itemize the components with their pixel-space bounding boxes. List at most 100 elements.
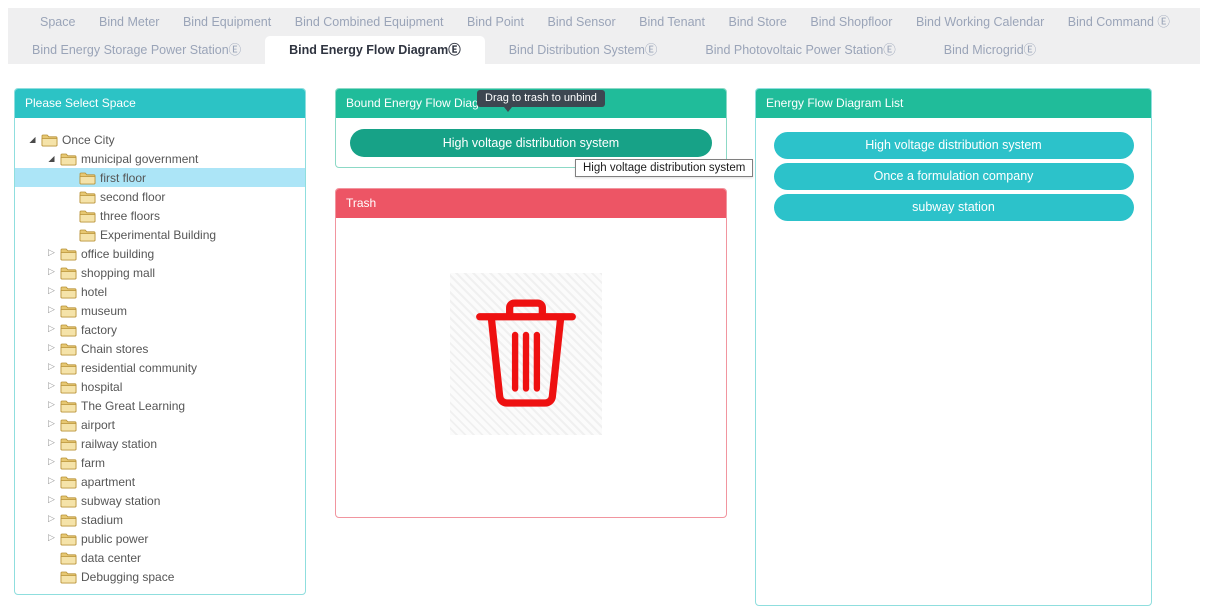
expand-toggle-icon[interactable]: ▷ <box>44 244 59 263</box>
tree-node-label: factory <box>81 323 117 337</box>
folder-icon <box>60 399 77 413</box>
folder-icon <box>60 152 77 166</box>
tree-node-museum[interactable]: ▷ museum <box>15 301 305 320</box>
tree-node-label: Experimental Building <box>100 228 216 242</box>
folder-icon <box>79 209 96 223</box>
tree-node-experimental-building[interactable]: Experimental Building <box>15 225 305 244</box>
tree-node-data-center[interactable]: data center <box>15 548 305 567</box>
diagram-item-once-a-formulation-company[interactable]: Once a formulation company <box>774 163 1134 190</box>
folder-icon <box>60 361 77 375</box>
tree-node-railway-station[interactable]: ▷ railway station <box>15 434 305 453</box>
tree-node-label: municipal government <box>81 152 198 166</box>
expand-toggle-icon[interactable]: ▷ <box>44 396 59 415</box>
tree-node-label: railway station <box>81 437 157 451</box>
expand-toggle-icon[interactable]: ▷ <box>44 320 59 339</box>
tree-node-three-floors[interactable]: three floors <box>15 206 305 225</box>
tree-node-label: hospital <box>81 380 122 394</box>
expand-toggle-icon[interactable]: ▷ <box>44 529 59 548</box>
tab-bind-equipment[interactable]: Bind Equipment <box>183 8 271 36</box>
tab-bind-energy-flow-diagram[interactable]: Bind Energy Flow DiagramⒺ <box>265 36 485 64</box>
folder-icon <box>79 228 96 242</box>
folder-icon <box>60 266 77 280</box>
tree-node-the-great-learning[interactable]: ▷The Great Learning <box>15 396 305 415</box>
expand-toggle-icon[interactable]: ▷ <box>44 491 59 510</box>
trash-icon-backdrop <box>450 273 602 435</box>
tree-node-apartment[interactable]: ▷apartment <box>15 472 305 491</box>
tree-node-once-city[interactable]: ◢ Once City <box>15 130 305 149</box>
trash-drop-zone[interactable] <box>336 218 726 518</box>
folder-icon <box>60 437 77 451</box>
tab-bind-energy-storage-power-station[interactable]: Bind Energy Storage Power StationⒺ <box>8 36 265 64</box>
tab-space[interactable]: Space <box>40 8 75 36</box>
expand-toggle-icon[interactable]: ▷ <box>44 263 59 282</box>
tree-node-label: Once City <box>62 133 115 147</box>
tree-node-municipal-government[interactable]: ◢ municipal government <box>15 149 305 168</box>
tree-node-hotel[interactable]: ▷hotel <box>15 282 305 301</box>
tab-bind-store[interactable]: Bind Store <box>728 8 786 36</box>
tab-bind-meter[interactable]: Bind Meter <box>99 8 159 36</box>
tree-node-label: first floor <box>100 171 146 185</box>
folder-icon <box>60 456 77 470</box>
expand-toggle-icon[interactable]: ▷ <box>44 510 59 529</box>
expand-toggle-icon[interactable]: ▷ <box>44 282 59 301</box>
tree-node-debugging-space[interactable]: Debugging space <box>15 567 305 586</box>
tree-node-hospital[interactable]: ▷ hospital <box>15 377 305 396</box>
collapse-toggle-icon[interactable]: ◢ <box>44 149 59 168</box>
folder-icon <box>60 551 77 565</box>
tree-node-label: public power <box>81 532 148 546</box>
folder-icon <box>60 475 77 489</box>
tree-node-stadium[interactable]: ▷stadium <box>15 510 305 529</box>
tree-node-public-power[interactable]: ▷ public power <box>15 529 305 548</box>
expand-toggle-icon[interactable]: ▷ <box>44 472 59 491</box>
tab-bar: Space Bind Meter Bind Equipment Bind Combin… <box>8 8 1200 64</box>
drag-hint-tooltip: Drag to trash to unbind <box>477 90 605 107</box>
tree-node-first-floor[interactable]: first floor <box>15 168 305 187</box>
folder-icon <box>79 171 96 185</box>
diagram-item-subway-station[interactable]: subway station <box>774 194 1134 221</box>
tree-node-factory[interactable]: ▷ factory <box>15 320 305 339</box>
page: Space Bind Meter Bind Equipment Bind Combin… <box>0 0 1208 613</box>
tab-bind-point[interactable]: Bind Point <box>467 8 524 36</box>
tree-node-second-floor[interactable]: second floor <box>15 187 305 206</box>
expand-toggle-icon[interactable]: ▷ <box>44 377 59 396</box>
bound-items-area: High voltage distribution system <box>336 118 726 157</box>
expand-toggle-icon[interactable]: ▷ <box>44 415 59 434</box>
expand-toggle-icon[interactable]: ▷ <box>44 453 59 472</box>
expand-toggle-icon[interactable]: ▷ <box>44 434 59 453</box>
tree-node-residential-community[interactable]: ▷residential community <box>15 358 305 377</box>
tab-bind-combined-equipment[interactable]: Bind Combined Equipment <box>295 8 444 36</box>
folder-icon <box>60 247 77 261</box>
tree-node-shopping-mall[interactable]: ▷ shopping mall <box>15 263 305 282</box>
tab-bind-sensor[interactable]: Bind Sensor <box>548 8 616 36</box>
collapse-toggle-icon[interactable]: ◢ <box>25 130 40 149</box>
tab-bind-tenant[interactable]: Bind Tenant <box>639 8 705 36</box>
expand-toggle-icon[interactable]: ▷ <box>44 339 59 358</box>
folder-icon <box>41 133 58 147</box>
folder-icon <box>60 494 77 508</box>
diagram-item-high-voltage-distribution-system[interactable]: High voltage distribution system <box>774 132 1134 159</box>
trash-panel-title: Trash <box>336 189 726 218</box>
hover-tooltip: High voltage distribution system <box>575 159 753 177</box>
tab-bind-command[interactable]: Bind Command Ⓔ <box>1068 8 1170 36</box>
tab-bind-photovoltaic-power-station[interactable]: Bind Photovoltaic Power StationⒺ <box>681 36 919 64</box>
tab-bind-working-calendar[interactable]: Bind Working Calendar <box>916 8 1044 36</box>
tree-node-subway-station[interactable]: ▷subway station <box>15 491 305 510</box>
folder-icon <box>60 570 77 584</box>
tab-bind-distribution-system[interactable]: Bind Distribution SystemⒺ <box>485 36 682 64</box>
expand-toggle-icon[interactable]: ▷ <box>44 358 59 377</box>
tree-node-airport[interactable]: ▷airport <box>15 415 305 434</box>
tab-row-primary: Space Bind Meter Bind Equipment Bind Combin… <box>8 8 1200 36</box>
tree-node-label: second floor <box>100 190 165 204</box>
tree-node-office-building[interactable]: ▷office building <box>15 244 305 263</box>
tree-node-chain-stores[interactable]: ▷Chain stores <box>15 339 305 358</box>
tree-node-label: Debugging space <box>81 570 174 584</box>
expand-toggle-icon[interactable]: ▷ <box>44 301 59 320</box>
tree-node-label: museum <box>81 304 127 318</box>
folder-icon <box>60 285 77 299</box>
tab-bind-shopfloor[interactable]: Bind Shopfloor <box>810 8 892 36</box>
tree-node-label: shopping mall <box>81 266 155 280</box>
folder-icon <box>60 513 77 527</box>
tab-bind-microgrid[interactable]: Bind MicrogridⒺ <box>920 36 1060 64</box>
tree-node-farm[interactable]: ▷farm <box>15 453 305 472</box>
bound-diagram-high-voltage-distribution-system[interactable]: High voltage distribution system <box>350 129 712 157</box>
